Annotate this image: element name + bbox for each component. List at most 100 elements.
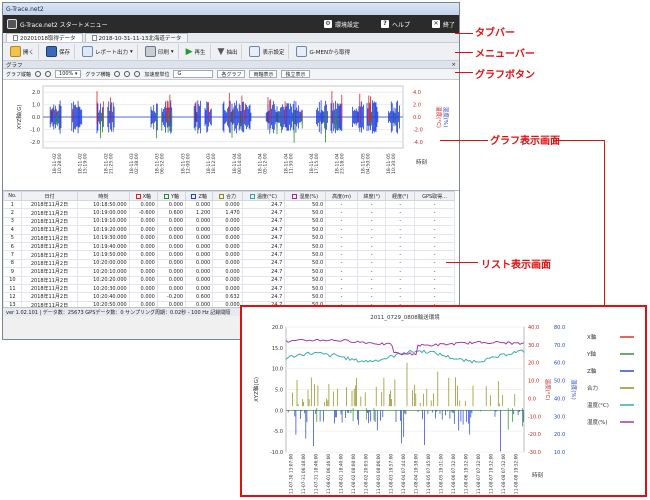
table-row[interactable]: 1 2018年11月2日 10:18:50.000 0.000 0.000 0.000 0.… — [3, 199, 455, 210]
graph-view[interactable]: 2.0 1.0 0.0 -1.0 -2.0 4.0 2.0 0.0 -2.0 -4.0 XYZ軸(G… — [3, 80, 459, 191]
column-header[interactable]: 日付 — [20, 191, 79, 201]
x-tick-label: 18-11-02 10:28:00 — [52, 153, 63, 174]
column-header[interactable]: 高度(m) — [325, 191, 358, 201]
zoom-select[interactable]: 100% ▾ — [55, 70, 82, 78]
help-icon: ? — [380, 20, 389, 28]
independent-view-button[interactable]: 独立表示 — [281, 70, 310, 78]
table-cell: 0.000 — [156, 258, 187, 269]
table-row[interactable]: 11 2018年11月2日 10:20:30.000 0.000 0.000 0.000 0… — [3, 283, 455, 294]
display-settings-button[interactable]: 表示設定 — [245, 44, 290, 59]
zoom-out-icon[interactable] — [45, 71, 52, 77]
column-header[interactable]: 温度(°C) — [241, 191, 286, 201]
x-tick-label: 18-11-04 17:15:00 — [309, 153, 320, 174]
table-row[interactable]: 6 2018年11月2日 10:19:40.000 0.000 0.000 0.000 0.… — [3, 241, 455, 252]
series-checkbox[interactable] — [135, 193, 141, 199]
y2-tick-label: -4.0 — [413, 140, 423, 146]
table-cell: 2018年11月2日 — [20, 267, 79, 277]
table-row[interactable]: 2 2018年11月2日 10:19:00.000 -0.600 0.600 1.200 1… — [3, 208, 455, 218]
inset-y2-tick: 40.0 — [528, 325, 539, 331]
legend-label: 合力 — [587, 384, 598, 392]
x-tick-label: 18-11-04 11:30:00 — [283, 153, 294, 174]
save-button[interactable]: 保存 — [42, 44, 76, 59]
table-cell: - — [356, 275, 387, 285]
column-header[interactable]: 合力 — [212, 191, 243, 201]
column-header[interactable]: Z軸 — [185, 191, 214, 201]
column-header[interactable]: 経度(°) — [385, 191, 416, 201]
zoom-in-icon[interactable] — [35, 71, 42, 77]
table-row[interactable]: 4 2018年11月2日 10:19:20.000 0.000 0.000 0.000 0.… — [3, 225, 455, 235]
play-label: 再生 — [194, 49, 206, 56]
series-checkbox[interactable] — [191, 193, 197, 199]
x-tick-label: 18-11-02 15:19:00 — [78, 153, 89, 174]
series-checkbox[interactable] — [250, 193, 256, 199]
accel-unit-select[interactable]: G — [173, 70, 214, 78]
help-button[interactable]: ? ヘルプ — [380, 20, 410, 29]
table-row[interactable]: 12 2018年11月2日 10:20:40.000 0.000 -0.200 0.600… — [3, 292, 455, 302]
table-cell: 12 — [3, 292, 22, 302]
column-header[interactable]: Y軸 — [156, 191, 187, 201]
column-header-label: 緯度(°) — [363, 193, 380, 200]
inset-y2-tick: -10.0 — [528, 414, 541, 420]
accel-unit-label: 加速度単位 — [144, 71, 170, 78]
report-output-button[interactable]: レポート出力 ▾ — [78, 44, 138, 59]
column-header[interactable]: 湿度(%) — [284, 191, 327, 201]
column-header[interactable]: X軸 — [128, 191, 158, 201]
table-cell: 0.600 — [185, 292, 214, 302]
column-header[interactable]: No. — [3, 191, 22, 201]
table-cell: -0.200 — [156, 292, 187, 302]
table-cell: - — [385, 275, 416, 285]
column-header-label: 高度(m) — [332, 193, 351, 200]
column-header[interactable]: 時刻 — [77, 191, 130, 201]
inset-y3-tick: 50.0 — [554, 379, 565, 385]
print-button[interactable]: 印刷 ▾ — [141, 44, 179, 59]
table-cell: - — [356, 292, 387, 302]
table-cell: 0.000 — [156, 275, 187, 285]
open-button[interactable]: 開く — [6, 44, 40, 59]
h-zoom-out-icon[interactable] — [124, 71, 131, 77]
tab-data-2[interactable]: 2018-10-31-11-13北海道データ — [84, 33, 189, 42]
each-graph-button[interactable]: 各グラフ — [217, 70, 246, 78]
table-cell: 3 — [3, 216, 22, 227]
exit-button[interactable]: ✕ 終了 — [431, 20, 455, 29]
env-settings-button[interactable]: ⚙ 環境設定 — [323, 20, 359, 29]
table-row[interactable]: 7 2018年11月2日 10:19:50.000 0.000 0.000 0.000 0.… — [3, 250, 455, 260]
h-zoom-in-icon[interactable] — [114, 71, 121, 77]
table-cell: 0.000 — [185, 267, 214, 277]
table-cell: 24.7 — [241, 199, 286, 210]
print-label: 印刷 — [157, 49, 169, 56]
gmen-fetch-button[interactable]: G-MENから取得 — [292, 44, 354, 59]
save-icon — [46, 46, 58, 57]
table-cell: 10:19:00.000 — [77, 208, 130, 218]
play-button[interactable]: ▶ 再生 — [182, 44, 211, 59]
column-header-label: 日付 — [44, 193, 55, 200]
dual-axis-button[interactable]: 両軸表示 — [249, 70, 278, 78]
extract-button[interactable]: ▼ 抽出 — [214, 44, 243, 59]
table-cell: 0.000 — [212, 250, 243, 260]
download-icon — [296, 46, 308, 57]
table-cell: - — [356, 225, 387, 235]
inset-y3-tick: 40.0 — [554, 396, 565, 402]
table-cell: 0.000 — [128, 241, 158, 252]
graph-panel-title[interactable]: グラフ — [6, 61, 23, 69]
table-cell: - — [325, 233, 358, 243]
x-tick-label: 18-11-04 05:12:00 — [258, 153, 269, 174]
h-zoom-reset-icon[interactable] — [134, 71, 141, 77]
table-cell: -0.600 — [128, 208, 158, 218]
table-cell: 0.000 — [212, 275, 243, 285]
series-checkbox[interactable] — [219, 193, 224, 199]
legend-label: 湿度(%) — [587, 418, 608, 426]
legend-label: Z軸 — [587, 367, 597, 375]
table-row[interactable]: 5 2018年11月2日 10:19:30.000 0.000 0.000 0.000 0.… — [3, 233, 455, 243]
table-cell: 11 — [3, 283, 22, 294]
series-checkbox[interactable] — [163, 193, 169, 199]
series-checkbox[interactable] — [292, 193, 298, 199]
table-row[interactable]: 8 2018年11月2日 10:20:00.000 0.000 0.000 0.000 0.… — [3, 258, 455, 269]
table-row[interactable]: 10 2018年11月2日 10:20:20.000 0.000 0.000 0.000 0… — [3, 275, 455, 285]
tab-data-1[interactable]: 20201018取得データ — [6, 33, 83, 42]
column-header[interactable]: 緯度(°) — [356, 191, 387, 201]
graph-close-icon[interactable]: × — [451, 62, 456, 68]
table-row[interactable]: 9 2018年11月2日 10:20:10.000 0.000 0.000 0.000 0.… — [3, 267, 455, 277]
table-cell: - — [325, 258, 358, 269]
column-header[interactable]: GPS取得... — [414, 191, 455, 201]
table-row[interactable]: 3 2018年11月2日 10:19:10.000 0.000 0.000 0.000 0.… — [3, 216, 455, 227]
